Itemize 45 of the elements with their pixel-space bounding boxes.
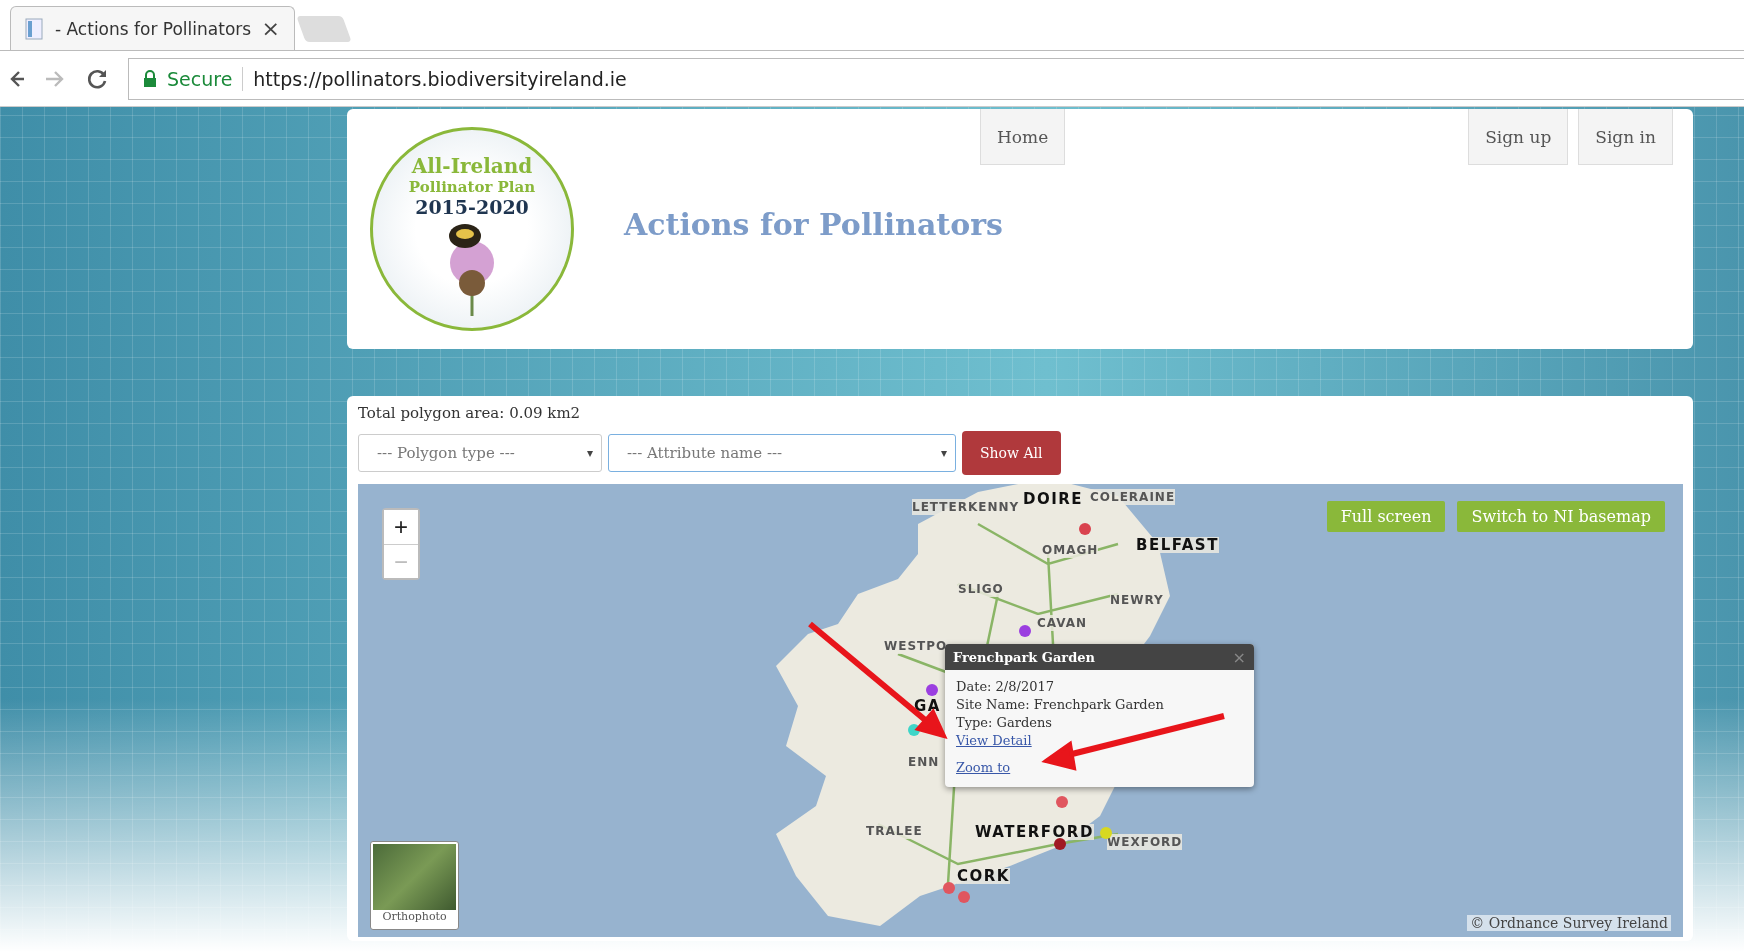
tab-title: - Actions for Pollinators <box>55 18 252 39</box>
logo-text: 2015-2020 <box>415 196 529 218</box>
place-label: CAVAN <box>1037 615 1088 631</box>
reload-icon[interactable] <box>86 67 108 90</box>
basemap-switcher[interactable]: Orthophoto <box>370 841 459 930</box>
logo-text: All-Ireland <box>411 154 533 178</box>
place-label: WATERFORD <box>975 824 1094 840</box>
place-label: BELFAST <box>1136 537 1219 553</box>
popup-title: Frenchpark Garden <box>953 649 1096 665</box>
lock-icon <box>143 69 157 88</box>
popup-link[interactable]: View Detail <box>956 732 1032 750</box>
place-label: WEXFORD <box>1107 834 1183 850</box>
place-label: CORK <box>957 868 1010 884</box>
place-label: WESTPO <box>884 638 948 654</box>
auth-button[interactable]: Sign up <box>1468 109 1569 165</box>
place-label: COLERAINE <box>1090 489 1176 505</box>
close-tab-icon[interactable]: × <box>261 16 280 41</box>
attribution-text: © Ordnance Survey Ireland <box>1467 915 1671 931</box>
map-view[interactable] <box>358 484 1683 937</box>
nav-button[interactable]: Home <box>980 109 1066 165</box>
address-bar[interactable]: Secure https://pollinators.biodiversityireland.ie <box>128 57 1744 100</box>
browser-tab[interactable]: - Actions for Pollinators × <box>10 6 295 50</box>
place-label: TRALEE <box>866 823 923 839</box>
place-label: DOIRE <box>1023 491 1084 507</box>
place-label: LETTERKENNY <box>912 499 1020 515</box>
map-marker[interactable] <box>958 891 970 903</box>
place-label: SLIGO <box>958 581 1004 597</box>
map-marker[interactable] <box>1100 827 1112 839</box>
site-title: Actions for Pollinators <box>624 206 1003 242</box>
total-area-text: Total polygon area: 0.09 km2 <box>358 404 582 422</box>
url-text: https://pollinators.biodiversityireland.ie <box>253 67 627 90</box>
popup-text: Type: Gardens <box>956 714 1052 732</box>
show-all-button[interactable]: Show All <box>962 431 1061 475</box>
back-icon[interactable] <box>10 68 24 89</box>
popup-text: Site Name: Frenchpark Garden <box>956 696 1164 714</box>
zoom-in-button[interactable]: + <box>384 510 418 544</box>
page-icon <box>25 17 45 40</box>
filter-select[interactable]: --- Attribute name --- ▾ <box>608 434 956 472</box>
place-label: OMAGH <box>1042 542 1099 558</box>
popup-link[interactable]: Zoom to <box>956 759 1011 777</box>
logo-text: Pollinator Plan <box>408 178 536 196</box>
filter-select[interactable]: --- Polygon type --- ▾ <box>358 434 602 472</box>
popup-text: Date: 2/8/2017 <box>956 678 1054 696</box>
auth-button[interactable]: Sign in <box>1578 109 1673 165</box>
secure-label: Secure <box>167 67 233 90</box>
